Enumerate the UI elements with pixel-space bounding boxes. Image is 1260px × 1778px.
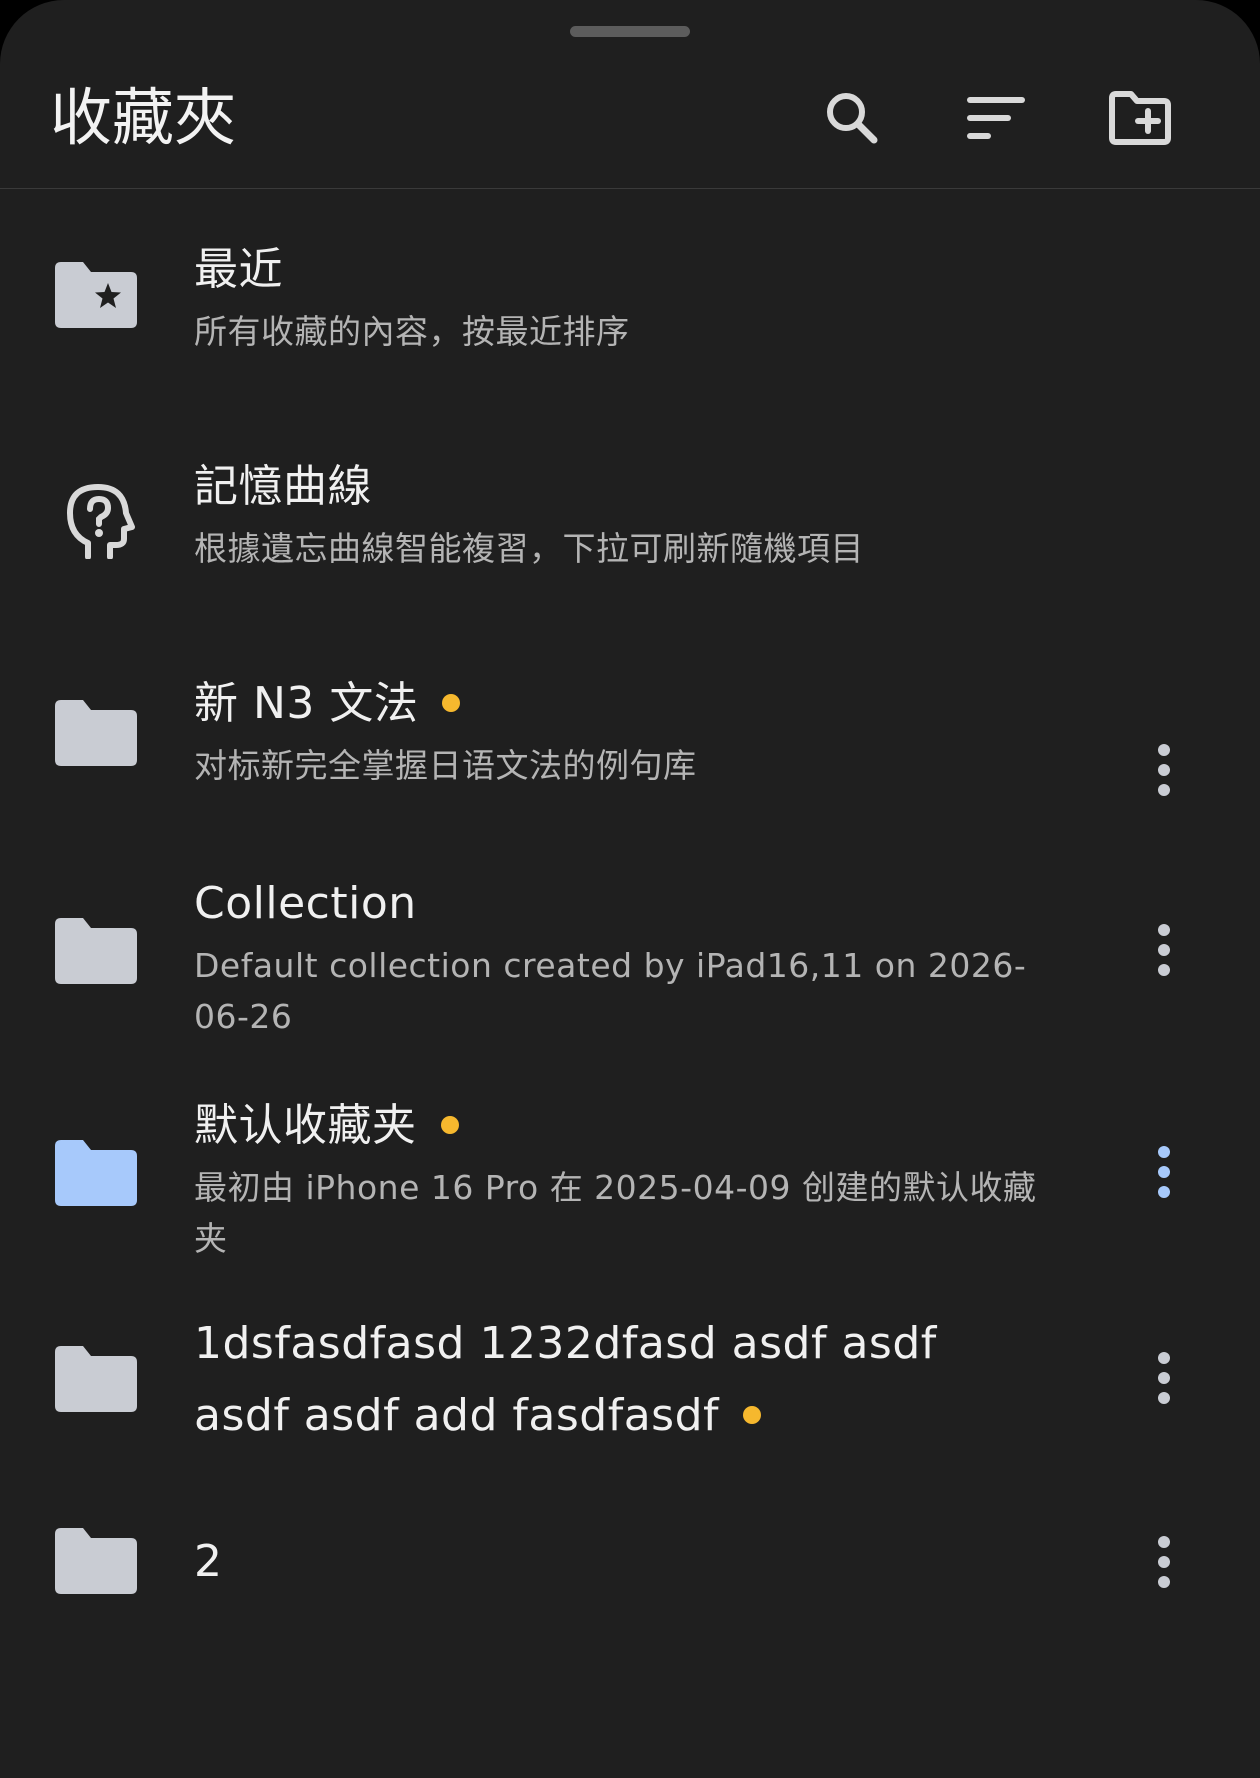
list-item-text: 2	[194, 1526, 1044, 1598]
collections-sheet: 收藏夾 最近 所有收藏的內容，按最近排序 記憶曲線 根據遺忘曲線智能複習，下拉可…	[0, 0, 1260, 1778]
unread-dot	[442, 694, 461, 712]
item-title: Collection	[194, 878, 417, 929]
item-subtitle: 最初由 iPhone 16 Pro 在 2025-04-09 创建的默认收藏夹	[194, 1168, 1037, 1258]
item-subtitle: 根據遺忘曲線智能複習，下拉可刷新隨機項目	[194, 529, 864, 568]
list-item-folder[interactable]: Collection Default collection created by…	[0, 868, 1260, 1038]
more-vertical-icon	[1158, 744, 1170, 796]
folder-icon	[55, 1344, 137, 1426]
list-item-text: 1dsfasdfasd 1232dfasd asdf asdf asdf asd…	[194, 1308, 1014, 1452]
list-item-folder-selected[interactable]: 默认收藏夹 最初由 iPhone 16 Pro 在 2025-04-09 创建的…	[0, 1090, 1260, 1260]
head-question-icon	[58, 479, 140, 561]
folder-icon	[55, 916, 137, 998]
folder-star-icon	[55, 260, 137, 342]
more-options-button[interactable]	[1124, 1132, 1204, 1212]
sort-icon	[967, 97, 1025, 139]
item-title: 新 N3 文法	[194, 668, 1044, 740]
more-options-button[interactable]	[1124, 910, 1204, 990]
list-item-text: 默认收藏夹 最初由 iPhone 16 Pro 在 2025-04-09 创建的…	[194, 1090, 1044, 1264]
list-item-text: 最近 所有收藏的內容，按最近排序	[194, 234, 1044, 357]
item-title: 最近	[194, 244, 283, 295]
item-title-text: 1dsfasdfasd 1232dfasd asdf asdf asdf asd…	[194, 1318, 937, 1441]
folder-icon	[55, 1138, 137, 1220]
folder-add-icon	[1109, 91, 1171, 145]
list-item-folder[interactable]: 1dsfasdfasd 1232dfasd asdf asdf asdf asd…	[0, 1308, 1260, 1458]
search-icon	[827, 93, 878, 144]
sort-button[interactable]	[954, 78, 1038, 158]
item-subtitle: Default collection created by iPad16,11 …	[194, 946, 1027, 1036]
header: 收藏夾	[0, 0, 1260, 189]
folder-icon	[55, 1526, 137, 1608]
more-options-button[interactable]	[1124, 1522, 1204, 1602]
item-title-text: 默认收藏夹	[194, 1100, 417, 1151]
list-item-folder[interactable]: 新 N3 文法 对标新完全掌握日语文法的例句库	[0, 668, 1260, 808]
list-item-text: 記憶曲線 根據遺忘曲線智能複習，下拉可刷新隨機項目	[194, 451, 1044, 574]
item-title-text: 新 N3 文法	[194, 678, 419, 729]
more-vertical-icon	[1158, 924, 1170, 976]
more-vertical-icon	[1158, 1146, 1170, 1198]
list-item-folder[interactable]: 2	[0, 1522, 1260, 1602]
item-title: 默认收藏夹	[194, 1090, 1044, 1162]
folder-icon	[55, 698, 137, 780]
item-subtitle: 对标新完全掌握日语文法的例句库	[194, 746, 697, 785]
more-options-button[interactable]	[1124, 730, 1204, 810]
unread-dot	[743, 1406, 761, 1424]
page-title: 收藏夾	[50, 81, 237, 154]
new-folder-button[interactable]	[1098, 78, 1182, 158]
item-title: 2	[194, 1536, 223, 1587]
item-subtitle: 所有收藏的內容，按最近排序	[194, 312, 630, 351]
list-item-text: 新 N3 文法 对标新完全掌握日语文法的例句库	[194, 668, 1044, 791]
item-title: 1dsfasdfasd 1232dfasd asdf asdf asdf asd…	[194, 1308, 1014, 1452]
more-options-button[interactable]	[1124, 1338, 1204, 1418]
list-item-memory-curve[interactable]: 記憶曲線 根據遺忘曲線智能複習，下拉可刷新隨機項目	[0, 451, 1260, 591]
list-item-recent[interactable]: 最近 所有收藏的內容，按最近排序	[0, 234, 1260, 374]
list-item-text: Collection Default collection created by…	[194, 868, 1044, 1042]
search-button[interactable]	[810, 78, 894, 158]
more-vertical-icon	[1158, 1352, 1170, 1404]
more-vertical-icon	[1158, 1536, 1170, 1588]
item-title: 記憶曲線	[194, 461, 372, 512]
unread-dot	[440, 1116, 459, 1134]
